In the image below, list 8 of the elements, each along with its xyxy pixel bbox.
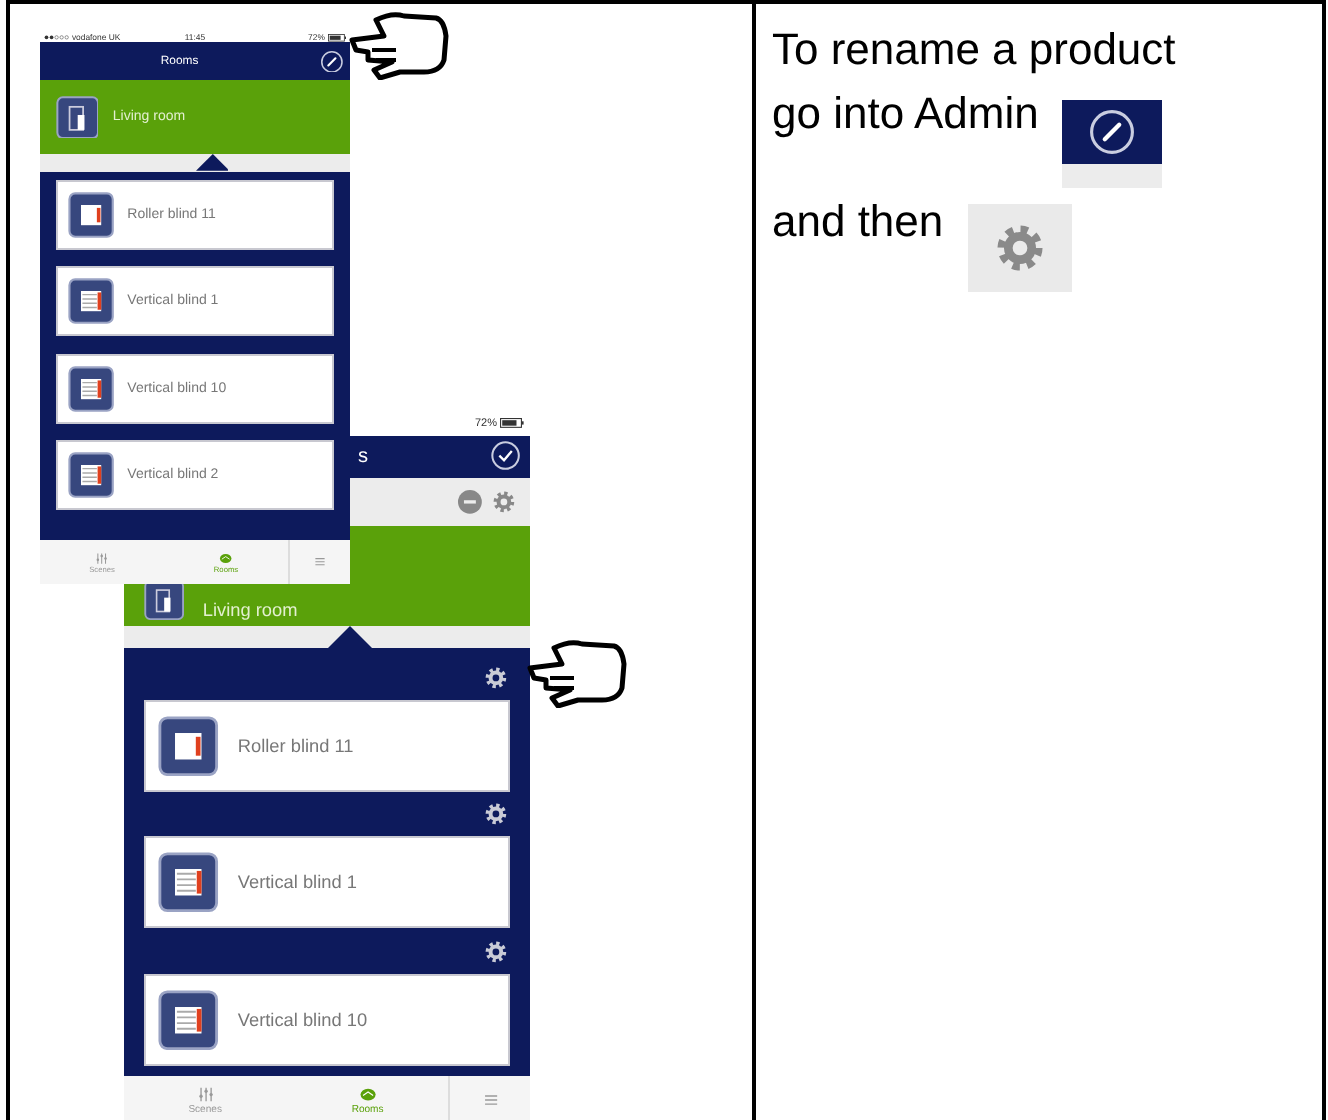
product-name: Vertical blind 10 [237, 1009, 368, 1030]
instruction-text: To rename a product [772, 22, 1176, 78]
instruction-text: and then [772, 194, 944, 250]
product-name: Vertical blind 1 [237, 872, 357, 893]
header-title: s [356, 445, 371, 468]
room-name: Living room [202, 600, 298, 621]
product-name: Roller blind 11 [237, 736, 354, 756]
instruction-text: go into Admin [772, 86, 1039, 142]
